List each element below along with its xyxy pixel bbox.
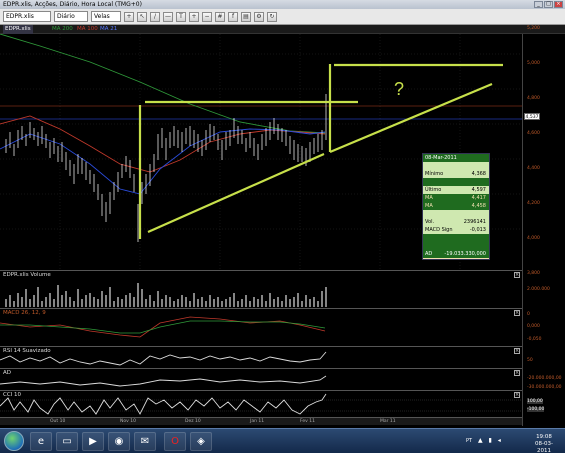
- info-row: [423, 242, 489, 250]
- candlesticks: [5, 94, 327, 242]
- symbol-tab[interactable]: EDPR.xlis: [3, 25, 33, 34]
- time-axis-label: Nov 10: [120, 419, 136, 424]
- ad-axis-label: -30.000.000,00: [527, 385, 562, 390]
- price-axis-label: 4,400: [527, 166, 540, 171]
- line-tool-icon[interactable]: /: [150, 11, 160, 22]
- cci-axis-label: 100,00: [527, 399, 543, 404]
- data-window: 08-Mar-2011 Mínimo 4,368 Último 4,597 MA 4,…: [422, 153, 490, 260]
- legend-ma100: MA 100: [77, 26, 98, 32]
- price-axis-label: 3,800: [527, 271, 540, 276]
- rsi-axis-label: 50: [527, 358, 533, 363]
- minimize-button[interactable]: _: [534, 1, 543, 8]
- macd-panel[interactable]: MACD 26, 12, 9 ×: [0, 308, 522, 346]
- hline-tool-icon[interactable]: —: [163, 11, 173, 22]
- app-icon[interactable]: ◉: [108, 432, 130, 451]
- price-axis-label: 4,800: [527, 96, 540, 101]
- crosshair-icon[interactable]: +: [124, 11, 134, 22]
- rsi-panel[interactable]: RSI 14 Suavizado ×: [0, 346, 522, 368]
- info-row: Mínimo 4,368: [423, 170, 489, 178]
- macd-lines: [0, 316, 326, 338]
- ad-line: [0, 375, 327, 387]
- price-axis-label: 5,200: [527, 26, 540, 31]
- cci-panel[interactable]: CCI 10 ×: [0, 390, 522, 417]
- window-title: EDPR.xlis, Acções, Diário, Hora Local (T…: [3, 1, 142, 8]
- info-row: [423, 210, 489, 218]
- indicator-icon[interactable]: f: [228, 11, 238, 22]
- info-row: MA 4,458: [423, 202, 489, 210]
- clock-time: 19:08: [536, 434, 552, 440]
- volume-bars: [5, 283, 327, 307]
- info-row: [423, 178, 489, 186]
- legend-ma200: MA 200: [52, 26, 73, 32]
- settings-icon[interactable]: ⚙: [254, 11, 264, 22]
- info-row: [423, 162, 489, 170]
- clock-date: 08-03-2011: [535, 441, 553, 453]
- volume-axis-label: 2.000.000: [527, 287, 550, 292]
- support-trendline: [147, 152, 325, 234]
- cci-axis-label: -100,00: [527, 407, 545, 412]
- language-indicator[interactable]: PT: [466, 438, 472, 444]
- grid-icon[interactable]: #: [215, 11, 225, 22]
- macd-axis-label: 0,000: [527, 324, 540, 329]
- refresh-icon[interactable]: ↻: [267, 11, 277, 22]
- info-row: MA 4,417: [423, 194, 489, 202]
- text-tool-icon[interactable]: T: [176, 11, 186, 22]
- info-row: MACD Sign -0,013: [423, 226, 489, 234]
- info-row: AD -19.033.330,000: [423, 250, 489, 258]
- legend-ma21: MA 21: [100, 26, 118, 32]
- projected-trendline: [329, 82, 493, 154]
- current-price-tag: 4,537: [524, 113, 540, 120]
- ma21-line: [0, 128, 326, 195]
- ma200-line: [0, 33, 326, 134]
- cci-line: [0, 393, 522, 415]
- price-axis-label: 4,200: [527, 201, 540, 206]
- zoom-in-icon[interactable]: +: [189, 11, 199, 22]
- time-axis-label: Jan 11: [250, 419, 265, 424]
- ma100-line: [0, 115, 326, 173]
- trading-app-icon[interactable]: ◈: [190, 432, 212, 451]
- os-taskbar: e ▭ ▶ ◉ ✉ O ◈ PT ▲ ▮ ◂ 19:08 08-03-2011: [0, 428, 565, 453]
- period-selector[interactable]: Diário: [54, 11, 88, 22]
- volume-panel[interactable]: EDPR.xlis Volume ×: [0, 270, 522, 308]
- cursor-icon[interactable]: ↖: [137, 11, 147, 22]
- rsi-line: [0, 351, 327, 366]
- folder-icon[interactable]: ▭: [56, 432, 78, 451]
- ad-panel[interactable]: AD ×: [0, 368, 522, 390]
- time-axis-label: Fev 11: [300, 419, 315, 424]
- macd-axis-label: -0,050: [527, 337, 542, 342]
- price-axis-label: 4,000: [527, 236, 540, 241]
- ie-icon[interactable]: e: [30, 432, 52, 451]
- media-player-icon[interactable]: ▶: [82, 432, 104, 451]
- print-icon[interactable]: ▤: [241, 11, 251, 22]
- chart-type-selector[interactable]: Velas: [91, 11, 121, 22]
- opera-icon[interactable]: O: [164, 432, 186, 451]
- price-axis-label: 5,000: [527, 61, 540, 66]
- volume-axis-label: 0: [527, 312, 530, 317]
- close-button[interactable]: ×: [554, 1, 563, 8]
- time-axis-label: Mar 11: [380, 419, 396, 424]
- info-row: Vol. 2396141: [423, 218, 489, 226]
- price-axis[interactable]: 5,200 5,000 4,800 4,600 4,400 4,200 4,00…: [522, 26, 565, 426]
- time-axis[interactable]: Out 10 Nov 10 Dez 10 Jan 11 Fev 11 Mar 1…: [0, 417, 522, 425]
- zoom-out-icon[interactable]: −: [202, 11, 212, 22]
- indicator-legend-bar: EDPR.xlis MA 200 MA 100 MA 21: [0, 25, 565, 34]
- symbol-selector[interactable]: EDPR.xlis: [3, 11, 51, 22]
- info-date: 08-Mar-2011: [423, 154, 489, 162]
- app-icon[interactable]: ✉: [134, 432, 156, 451]
- chart-toolbar: EDPR.xlis Diário Velas + ↖ / — T + − # f…: [0, 9, 565, 25]
- maximize-button[interactable]: □: [544, 1, 553, 8]
- annotation-question-mark: ?: [394, 79, 404, 99]
- window-controls: _ □ ×: [534, 1, 563, 8]
- system-tray-icons[interactable]: ▲ ▮ ◂: [478, 437, 503, 444]
- ad-axis-label: -20.000.000,00: [527, 376, 562, 381]
- info-row: Último 4,597: [423, 186, 489, 194]
- system-clock[interactable]: 19:08 08-03-2011: [529, 434, 559, 453]
- time-axis-label: Out 10: [50, 419, 66, 424]
- price-axis-label: 4,600: [527, 131, 540, 136]
- window-titlebar: EDPR.xlis, Acções, Diário, Hora Local (T…: [0, 0, 565, 9]
- start-button[interactable]: [4, 431, 24, 451]
- time-axis-label: Dez 10: [185, 419, 201, 424]
- info-row: [423, 234, 489, 242]
